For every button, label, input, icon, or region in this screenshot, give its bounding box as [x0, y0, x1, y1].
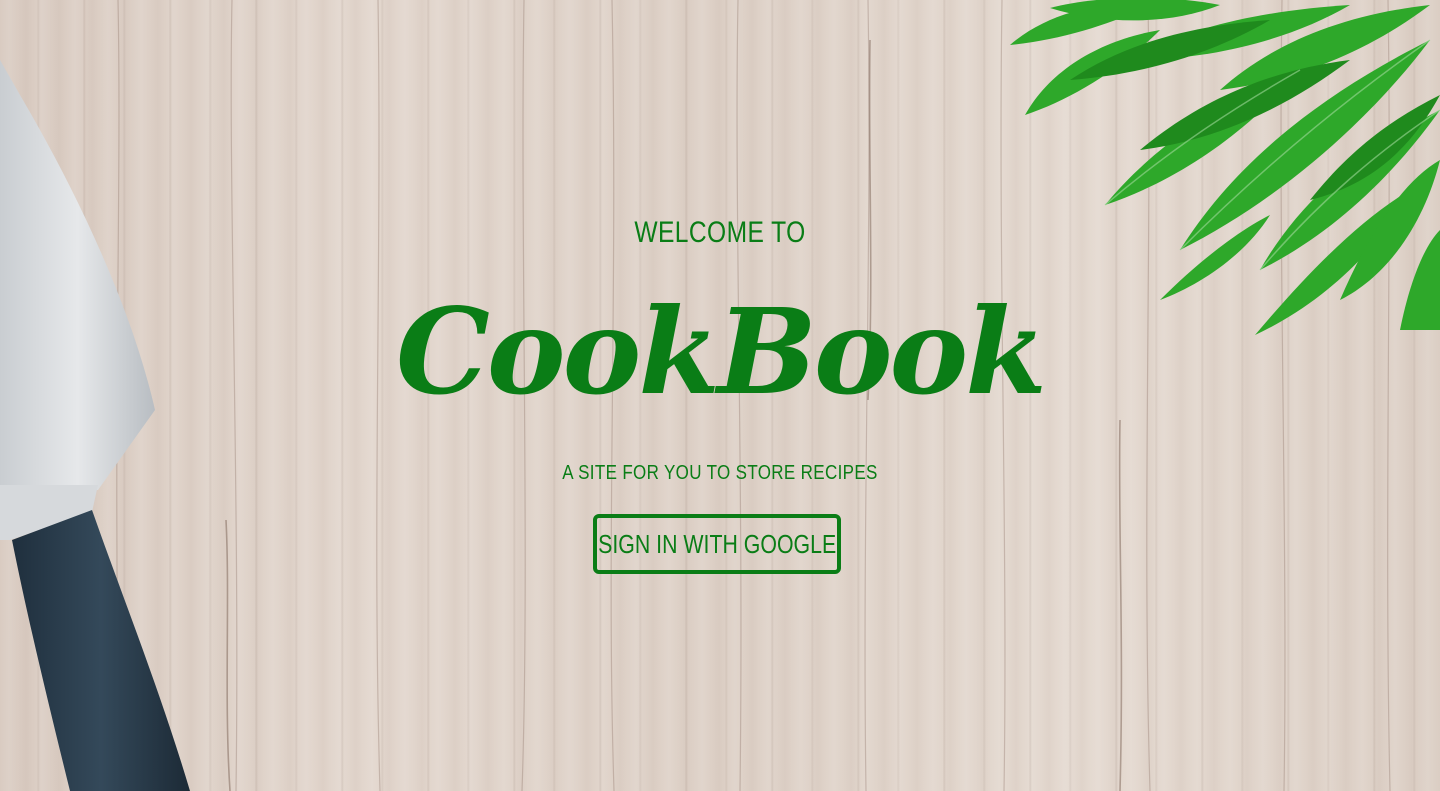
welcome-heading: WELCOME TO: [634, 216, 806, 249]
tagline: A SITE FOR YOU TO STORE RECIPES: [562, 462, 878, 484]
sign-in-with-google-button[interactable]: SIGN IN WITH GOOGLE: [593, 514, 841, 574]
brand-logo-text: CookBook: [396, 282, 1047, 421]
hero-section: WELCOME TO CookBook A SITE FOR YOU TO ST…: [0, 0, 1440, 791]
sign-in-button-label: SIGN IN WITH GOOGLE: [597, 528, 837, 559]
